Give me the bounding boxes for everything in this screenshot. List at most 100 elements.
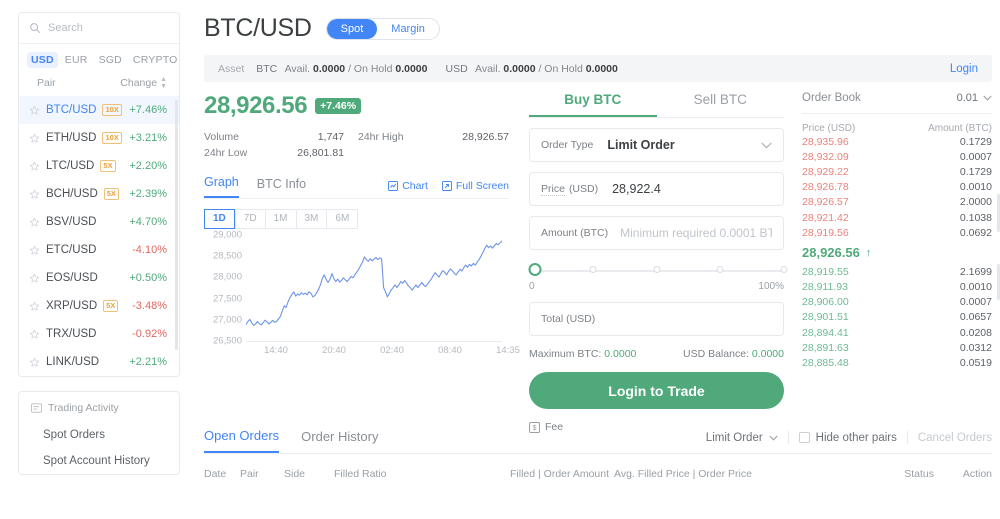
- login-to-trade-button[interactable]: Login to Trade: [529, 372, 784, 409]
- ask-amount: 0.1729: [959, 135, 992, 148]
- range-3m[interactable]: 3M: [295, 209, 327, 229]
- cancel-orders-button[interactable]: Cancel Orders: [918, 432, 992, 444]
- price-up-arrow-icon: ↑: [865, 246, 872, 259]
- star-icon[interactable]: [29, 189, 40, 200]
- slider-tick-50[interactable]: [653, 266, 660, 273]
- slider-tick-100[interactable]: [780, 266, 788, 273]
- order-book-bid-row[interactable]: 28,885.48 0.0519: [802, 355, 992, 370]
- pair-row-bsv-usd[interactable]: BSV/USD +4.70%: [19, 208, 179, 236]
- star-icon[interactable]: [29, 357, 40, 368]
- pair-row-btc-usd[interactable]: BTC/USD 10X +7.46%: [19, 96, 179, 124]
- fullscreen-button[interactable]: Full Screen: [441, 180, 509, 192]
- pair-row-etc-usd[interactable]: ETC/USD -4.10%: [19, 236, 179, 264]
- tab-btc-info[interactable]: BTC Info: [257, 177, 306, 198]
- order-book-ask-row[interactable]: 28,926.78 0.0010: [802, 180, 992, 195]
- tab-order-history[interactable]: Order History: [301, 429, 378, 452]
- col-change-sort[interactable]: Change ▲ ▼: [120, 76, 167, 90]
- usd-balance-label: USD Balance:: [683, 348, 749, 360]
- sidebar-item-spot-orders[interactable]: Spot Orders: [19, 422, 179, 448]
- order-book-ask-row[interactable]: 28,932.09 0.0007: [802, 149, 992, 164]
- order-book-ask-row[interactable]: 28,935.96 0.1729: [802, 134, 992, 149]
- ask-price: 28,935.96: [802, 135, 849, 148]
- pair-name: LTC/USD: [46, 160, 95, 172]
- order-book-ask-row[interactable]: 28,921.42 0.1038: [802, 210, 992, 225]
- range-1d[interactable]: 1D: [204, 209, 235, 229]
- chart-y-tick: 29,000: [212, 229, 242, 241]
- pair-row-eth-usd[interactable]: ETH/USD 10X +3.21%: [19, 124, 179, 152]
- star-icon[interactable]: [29, 133, 40, 144]
- tab-open-orders[interactable]: Open Orders: [204, 428, 280, 453]
- chart-icon: [388, 181, 399, 191]
- slider-handle[interactable]: [528, 263, 542, 276]
- currency-tab-usd[interactable]: USD: [27, 52, 58, 68]
- pair-change: -4.10%: [132, 244, 167, 256]
- star-icon[interactable]: [29, 217, 40, 228]
- chart-x-tick: 08:40: [438, 345, 462, 356]
- col-change-label: Change: [120, 77, 158, 89]
- pair-row-link-usd[interactable]: LINK/USD +2.21%: [19, 348, 179, 376]
- pair-list-scrollbar[interactable]: [175, 100, 178, 350]
- star-icon[interactable]: [29, 329, 40, 340]
- pair-name: BTC/USD: [46, 104, 97, 116]
- page-header: BTC/USD Spot Margin: [204, 14, 992, 43]
- tab-buy-btc[interactable]: Buy BTC: [529, 92, 657, 117]
- order-book-precision-select[interactable]: 0.01: [957, 92, 992, 104]
- bid-price: 28,891.63: [802, 341, 849, 354]
- star-icon[interactable]: [29, 301, 40, 312]
- order-book-ask-row[interactable]: 28,919.56 0.0692: [802, 225, 992, 240]
- ticker-stats: Volume 1,747 24hr High 28,926.57 24hr Lo…: [204, 129, 509, 161]
- pair-list: BTC/USD 10X +7.46% ETH/USD 10X +3.21% LT…: [19, 96, 179, 376]
- order-book-bid-row[interactable]: 28,906.00 0.0007: [802, 295, 992, 310]
- order-type-filter[interactable]: Limit Order: [706, 432, 778, 444]
- amount-input[interactable]: Amount (BTC) Minimum required 0.0001 BTC: [529, 216, 784, 250]
- ask-amount: 0.1729: [959, 165, 992, 178]
- currency-tab-sgd[interactable]: SGD: [95, 52, 126, 68]
- amount-slider[interactable]: [528, 263, 788, 278]
- order-book-bid-row[interactable]: 28,891.63 0.0312: [802, 340, 992, 355]
- range-1m[interactable]: 1M: [264, 209, 296, 229]
- ask-amount: 0.1038: [959, 211, 992, 224]
- bid-price: 28,894.41: [802, 326, 849, 339]
- currency-tab-crypto[interactable]: CRYPTO: [129, 52, 182, 68]
- tab-margin[interactable]: Margin: [377, 19, 439, 39]
- pair-name: ETC/USD: [46, 244, 97, 256]
- order-book-bid-row[interactable]: 28,894.41 0.0208: [802, 325, 992, 340]
- hide-other-pairs-checkbox[interactable]: Hide other pairs: [798, 432, 897, 444]
- order-type-label: Order Type: [541, 139, 594, 151]
- high-label: 24hr High: [358, 131, 404, 143]
- tab-sell-btc[interactable]: Sell BTC: [657, 92, 785, 117]
- order-book-bid-row[interactable]: 28,911.93 0.0010: [802, 280, 992, 295]
- pair-row-bch-usd[interactable]: BCH/USD 5X +2.39%: [19, 180, 179, 208]
- price-input[interactable]: Price (USD) 28,922.4: [529, 172, 784, 206]
- pair-row-ltc-usd[interactable]: LTC/USD 5X +2.20%: [19, 152, 179, 180]
- pair-row-trx-usd[interactable]: TRX/USD -0.92%: [19, 320, 179, 348]
- star-icon[interactable]: [29, 105, 40, 116]
- star-icon[interactable]: [29, 245, 40, 256]
- slider-tick-25[interactable]: [589, 266, 597, 273]
- range-7d[interactable]: 7D: [234, 209, 265, 229]
- star-icon[interactable]: [29, 161, 40, 172]
- star-icon[interactable]: [29, 273, 40, 284]
- pair-label-group: ETH/USD 10X: [29, 132, 122, 144]
- login-link[interactable]: Login: [950, 63, 978, 75]
- order-book-bid-row[interactable]: 28,919.55 2.1699: [802, 264, 992, 279]
- order-book-title: Order Book: [802, 92, 861, 104]
- pair-row-eos-usd[interactable]: EOS/USD +0.50%: [19, 264, 179, 292]
- asset-usd-hold-value: 0.0000: [585, 62, 618, 75]
- total-input[interactable]: Total (USD): [529, 302, 784, 336]
- chart-toggle-button[interactable]: Chart: [388, 180, 428, 192]
- order-book-bid-row[interactable]: 28,901.51 0.0657: [802, 310, 992, 325]
- order-book-ask-row[interactable]: 28,929.22 0.1729: [802, 164, 992, 179]
- range-6m[interactable]: 6M: [326, 209, 359, 229]
- search-row[interactable]: [19, 13, 179, 44]
- price-chart[interactable]: 26,500 27,000 27,500 28,000 28,500 29,000 14:…: [204, 230, 520, 360]
- sidebar-item-spot-account-history[interactable]: Spot Account History: [19, 448, 179, 474]
- tab-graph[interactable]: Graph: [204, 175, 239, 198]
- order-book-ask-row[interactable]: 28,926.57 2.0000: [802, 195, 992, 210]
- order-type-select[interactable]: Order Type Limit Order: [529, 128, 784, 162]
- slider-tick-75[interactable]: [716, 266, 724, 273]
- pair-row-xrp-usd[interactable]: XRP/USD 5X -3.48%: [19, 292, 179, 320]
- search-input[interactable]: [48, 22, 168, 34]
- currency-tab-eur[interactable]: EUR: [61, 52, 92, 68]
- tab-spot[interactable]: Spot: [326, 18, 378, 39]
